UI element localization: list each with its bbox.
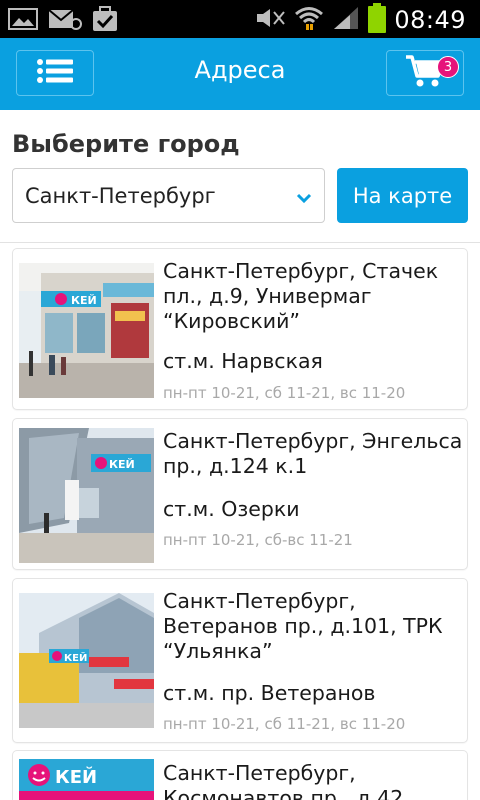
system-icons: 08:49: [254, 3, 466, 37]
store-metro: ст.м. пр. Ветеранов: [163, 681, 376, 705]
store-address: Санкт-Петербург, Космонавтов пр., д.42: [163, 761, 404, 800]
store-sign-text: КЕЙ: [109, 458, 135, 471]
store-photo: КЕЙ: [19, 263, 154, 398]
store-photo: КЕЙ: [19, 759, 154, 800]
chevron-down-icon: [296, 189, 312, 208]
store-metro: ст.м. Нарвская: [163, 349, 323, 373]
mute-icon: [254, 6, 286, 34]
store-photo: КЕЙ: [19, 428, 154, 563]
wifi-icon: [294, 5, 324, 35]
task-icon: [92, 6, 118, 36]
store-card[interactable]: КЕЙ Санкт-Петербург, Энгельса пр., д.124…: [12, 418, 468, 570]
city-heading: Выберите город: [12, 130, 240, 158]
cart-button[interactable]: 3: [386, 50, 464, 96]
store-sign-text: КЕЙ: [71, 294, 97, 307]
status-bar: 08:49: [0, 0, 480, 38]
store-hours: пн-пт 10-21, сб 11-21, вс 11-20: [163, 384, 406, 402]
store-card[interactable]: КЕЙ Санкт-Петербург, Ветеранов пр., д.10…: [12, 578, 468, 743]
store-card[interactable]: КЕЙ Санкт-Петербург, Космонавтов пр., д.…: [12, 750, 468, 800]
store-hours: пн-пт 10-21, сб-вс 11-21: [163, 531, 353, 549]
selected-city: Санкт-Петербург: [25, 184, 216, 208]
store-sign-text: КЕЙ: [55, 766, 97, 788]
cart-count-badge: 3: [437, 56, 459, 78]
store-metro: ст.м. Озерки: [163, 497, 300, 521]
store-card[interactable]: КЕЙ Санкт-Петербург, Стачек пл., д.9, Ун…: [12, 248, 468, 410]
notification-icons: [8, 6, 118, 36]
store-address: Санкт-Петербург, Стачек пл., д.9, Универ…: [163, 259, 439, 333]
email-icon: [48, 7, 82, 35]
divider: [0, 242, 480, 243]
map-button[interactable]: На карте: [337, 168, 468, 223]
clock: 08:49: [394, 6, 466, 34]
gallery-icon: [8, 7, 38, 35]
city-select[interactable]: Санкт-Петербург: [12, 168, 325, 223]
store-address: Санкт-Петербург, Энгельса пр., д.124 к.1: [163, 429, 463, 478]
signal-icon: [332, 5, 360, 35]
battery-icon: [368, 3, 387, 37]
store-hours: пн-пт 10-21, сб 11-21, вс 11-20: [163, 715, 406, 733]
store-sign-text: КЕЙ: [64, 651, 87, 664]
store-address: Санкт-Петербург, Ветеранов пр., д.101, Т…: [163, 589, 443, 663]
app-header: Адреса 3: [0, 38, 480, 110]
store-photo: КЕЙ: [19, 593, 154, 728]
